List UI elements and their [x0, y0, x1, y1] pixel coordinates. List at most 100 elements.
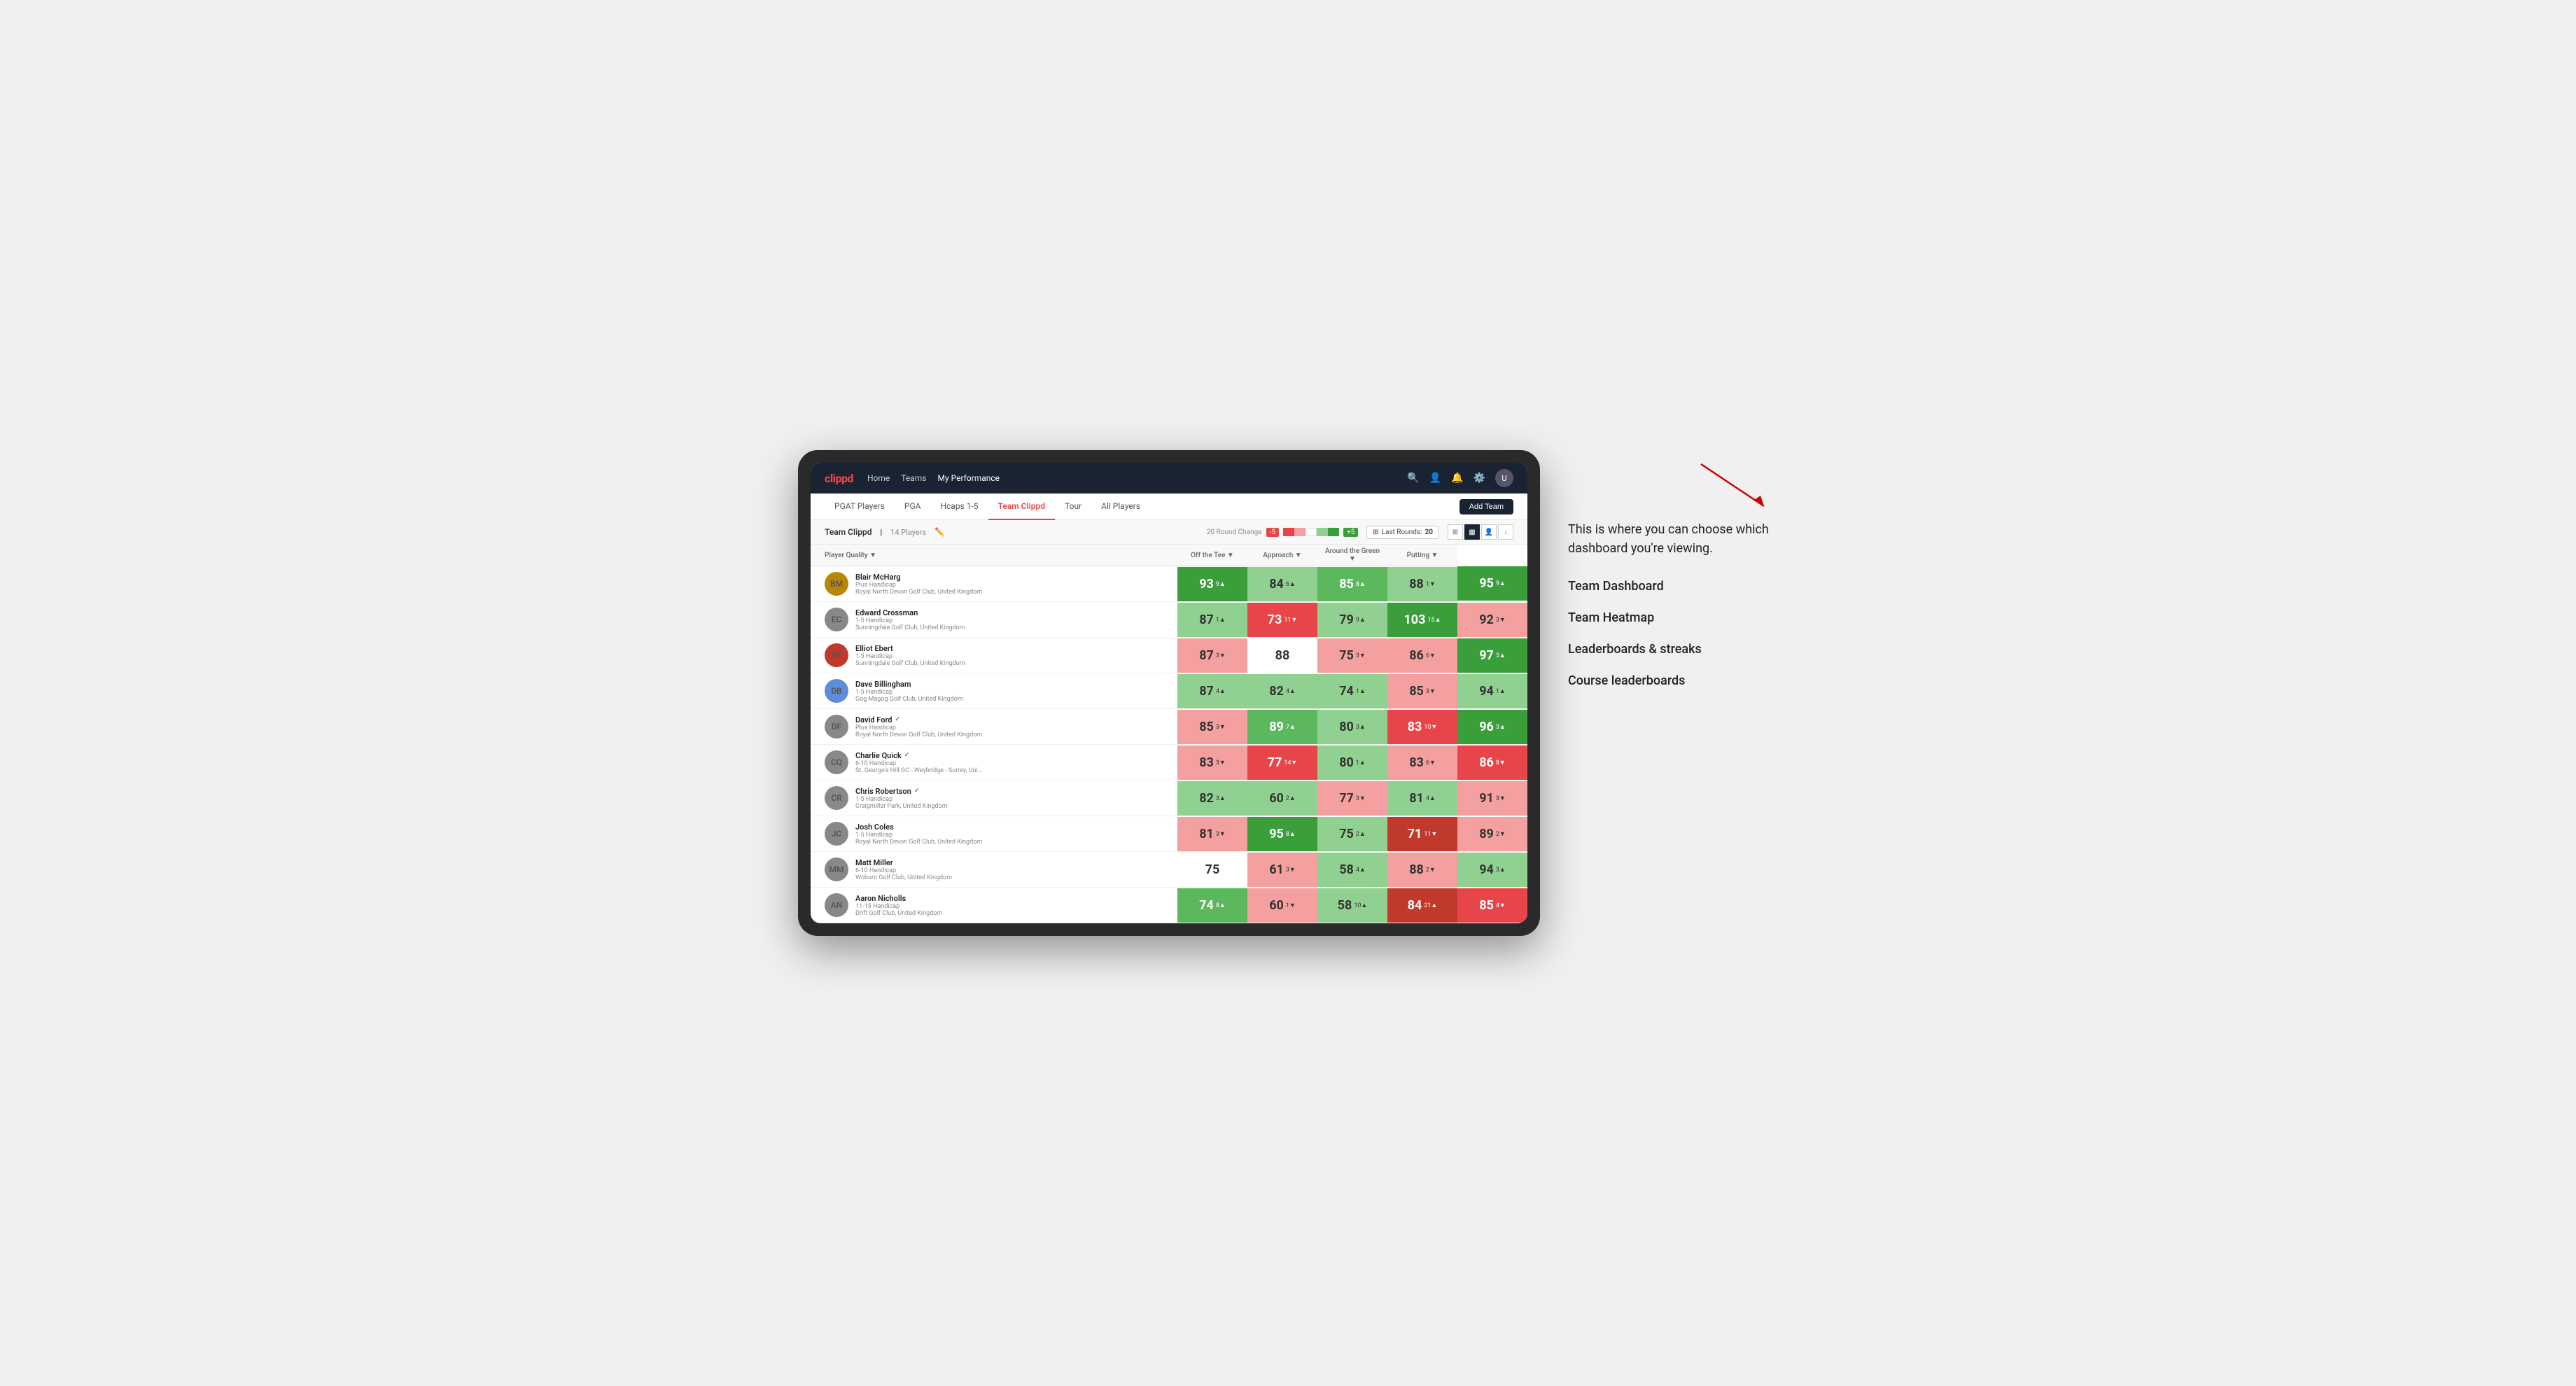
- score-cell: 813▼: [1177, 816, 1247, 852]
- score-value: 71: [1408, 827, 1422, 841]
- subnav-tour[interactable]: Tour: [1055, 493, 1091, 520]
- player-name: David Ford✓: [855, 715, 1172, 724]
- nav-my-performance[interactable]: My Performance: [937, 473, 1000, 483]
- grid-view-button[interactable]: ⊞: [1448, 524, 1463, 540]
- score-value: 94: [1479, 862, 1494, 877]
- score-change: 9▲: [1496, 580, 1506, 587]
- score-change: 3▲: [1496, 866, 1506, 874]
- player-handicap: 1-5 Handicap: [855, 832, 1172, 839]
- score-value: 89: [1479, 827, 1494, 841]
- last-rounds-label: Last Rounds:: [1382, 528, 1422, 536]
- score-box: 7714▼: [1247, 746, 1317, 780]
- score-cell: 881▼: [1387, 566, 1457, 602]
- list-view-button[interactable]: ▦: [1464, 524, 1480, 540]
- column-header-row: Player Quality ▼ Off the Tee ▼ Approach …: [811, 545, 1527, 566]
- col-approach[interactable]: Approach ▼: [1247, 545, 1317, 566]
- score-value: 74: [1199, 898, 1214, 913]
- subnav-team-clippd[interactable]: Team Clippd: [988, 493, 1055, 520]
- col-putting[interactable]: Putting ▼: [1387, 545, 1457, 566]
- col-around-green[interactable]: Around the Green ▼: [1317, 545, 1387, 566]
- user-icon[interactable]: 👤: [1429, 472, 1441, 484]
- table-row[interactable]: MMMatt Miller6-10 HandicapWoburn Golf Cl…: [811, 852, 1527, 888]
- table-row[interactable]: DBDave Billingham1-5 HandicapGog Magog G…: [811, 673, 1527, 709]
- player-cell-1: ECEdward Crossman1-5 HandicapSunningdale…: [811, 602, 1177, 638]
- subnav-hcaps[interactable]: Hcaps 1-5: [930, 493, 988, 520]
- score-value: 58: [1338, 898, 1352, 913]
- score-change: 1▲: [1356, 687, 1366, 695]
- score-value: 85: [1199, 720, 1214, 734]
- score-change: 3▼: [1216, 759, 1226, 766]
- score-change: 2▼: [1426, 866, 1436, 874]
- export-button[interactable]: ↓: [1498, 524, 1513, 540]
- score-cell: 871▲: [1177, 602, 1247, 638]
- score-value: 88: [1409, 862, 1424, 877]
- col-player[interactable]: Player Quality ▼: [811, 545, 1177, 566]
- avatar[interactable]: U: [1495, 469, 1513, 487]
- search-icon[interactable]: 🔍: [1407, 472, 1419, 484]
- score-value: 75: [1339, 827, 1354, 841]
- sub-nav-right: Add Team: [1460, 498, 1513, 514]
- table-row[interactable]: EEElliot Ebert1-5 HandicapSunningdale Go…: [811, 638, 1527, 673]
- edit-icon[interactable]: ✏️: [934, 527, 945, 537]
- add-team-button[interactable]: Add Team: [1460, 499, 1513, 514]
- subnav-pgat[interactable]: PGAT Players: [825, 493, 895, 520]
- table-row[interactable]: JCJosh Coles1-5 HandicapRoyal North Devo…: [811, 816, 1527, 852]
- nav-teams[interactable]: Teams: [901, 473, 926, 483]
- score-box: 858▲: [1317, 567, 1387, 601]
- cs-green: [1328, 528, 1339, 536]
- score-box: 7311▼: [1247, 603, 1317, 637]
- subnav-all-players[interactable]: All Players: [1091, 493, 1150, 520]
- player-info: Elliot Ebert1-5 HandicapSunningdale Golf…: [855, 644, 1172, 667]
- score-change: 3▼: [1356, 652, 1366, 659]
- last-rounds-value: 20: [1425, 528, 1433, 536]
- score-cell: 748▲: [1177, 888, 1247, 923]
- score-cell: 88: [1247, 638, 1317, 673]
- chart-view-button[interactable]: 👤: [1481, 524, 1497, 540]
- score-change: 1▼: [1426, 580, 1436, 588]
- player-club: Gog Magog Golf Club, United Kingdom: [855, 696, 1172, 703]
- nav-home[interactable]: Home: [867, 473, 890, 483]
- table-row[interactable]: CRChris Robertson✓1-5 HandicapCraigmilla…: [811, 780, 1527, 816]
- score-cell: 897▲: [1247, 709, 1317, 745]
- annotation-arrow: [1568, 457, 1778, 513]
- table-row[interactable]: BMBlair McHargPlus HandicapRoyal North D…: [811, 566, 1527, 602]
- score-change: 4▲: [1426, 794, 1436, 802]
- score-box: 836▼: [1387, 746, 1457, 780]
- table-row[interactable]: DFDavid Ford✓Plus HandicapRoyal North De…: [811, 709, 1527, 745]
- score-cell: 752▲: [1317, 816, 1387, 852]
- settings-icon[interactable]: ⚙️: [1474, 472, 1485, 484]
- score-box: 803▲: [1317, 710, 1387, 744]
- score-value: 79: [1339, 612, 1354, 627]
- score-box: 88: [1247, 638, 1317, 673]
- table-row[interactable]: ECEdward Crossman1-5 HandicapSunningdale…: [811, 602, 1527, 638]
- score-box: 801▲: [1317, 746, 1387, 780]
- score-value: 77: [1339, 791, 1354, 806]
- team-header: Team Clippd | 14 Players ✏️ 20 Round Cha…: [811, 520, 1527, 545]
- score-box: 601▼: [1247, 888, 1317, 923]
- bell-icon[interactable]: 🔔: [1451, 472, 1463, 484]
- table-row[interactable]: ANAaron Nicholls11-15 HandicapDrift Golf…: [811, 888, 1527, 923]
- score-cell: 913▼: [1457, 780, 1527, 816]
- score-value: 86: [1479, 755, 1494, 770]
- round-change-label: 20 Round Change: [1207, 528, 1262, 536]
- last-rounds-button[interactable]: ⊞ Last Rounds: 20: [1366, 526, 1439, 539]
- score-value: 77: [1268, 755, 1282, 770]
- score-cell: 836▼: [1387, 745, 1457, 780]
- score-cell: 868▼: [1457, 745, 1527, 780]
- tablet-frame: clippd Home Teams My Performance 🔍 👤 🔔 ⚙…: [798, 450, 1540, 936]
- score-box: 853▼: [1387, 674, 1457, 708]
- score-value: 95: [1269, 827, 1284, 841]
- col-off-tee[interactable]: Off the Tee ▼: [1177, 545, 1247, 566]
- score-box: 823▲: [1177, 781, 1247, 816]
- player-club: Royal North Devon Golf Club, United King…: [855, 732, 1172, 738]
- score-box: 868▼: [1457, 746, 1527, 780]
- table-row[interactable]: CQCharlie Quick✓6-10 HandicapSt. George'…: [811, 745, 1527, 780]
- round-change-bar: 20 Round Change -5 +5: [1207, 528, 1358, 537]
- player-avatar: JC: [825, 822, 848, 846]
- player-avatar: CQ: [825, 750, 848, 774]
- score-box: 873▼: [1177, 638, 1247, 673]
- score-cell: 7311▼: [1247, 602, 1317, 638]
- annotation-panel: This is where you can choose which dashb…: [1568, 450, 1778, 688]
- score-cell: 801▲: [1317, 745, 1387, 780]
- subnav-pga[interactable]: PGA: [895, 493, 931, 520]
